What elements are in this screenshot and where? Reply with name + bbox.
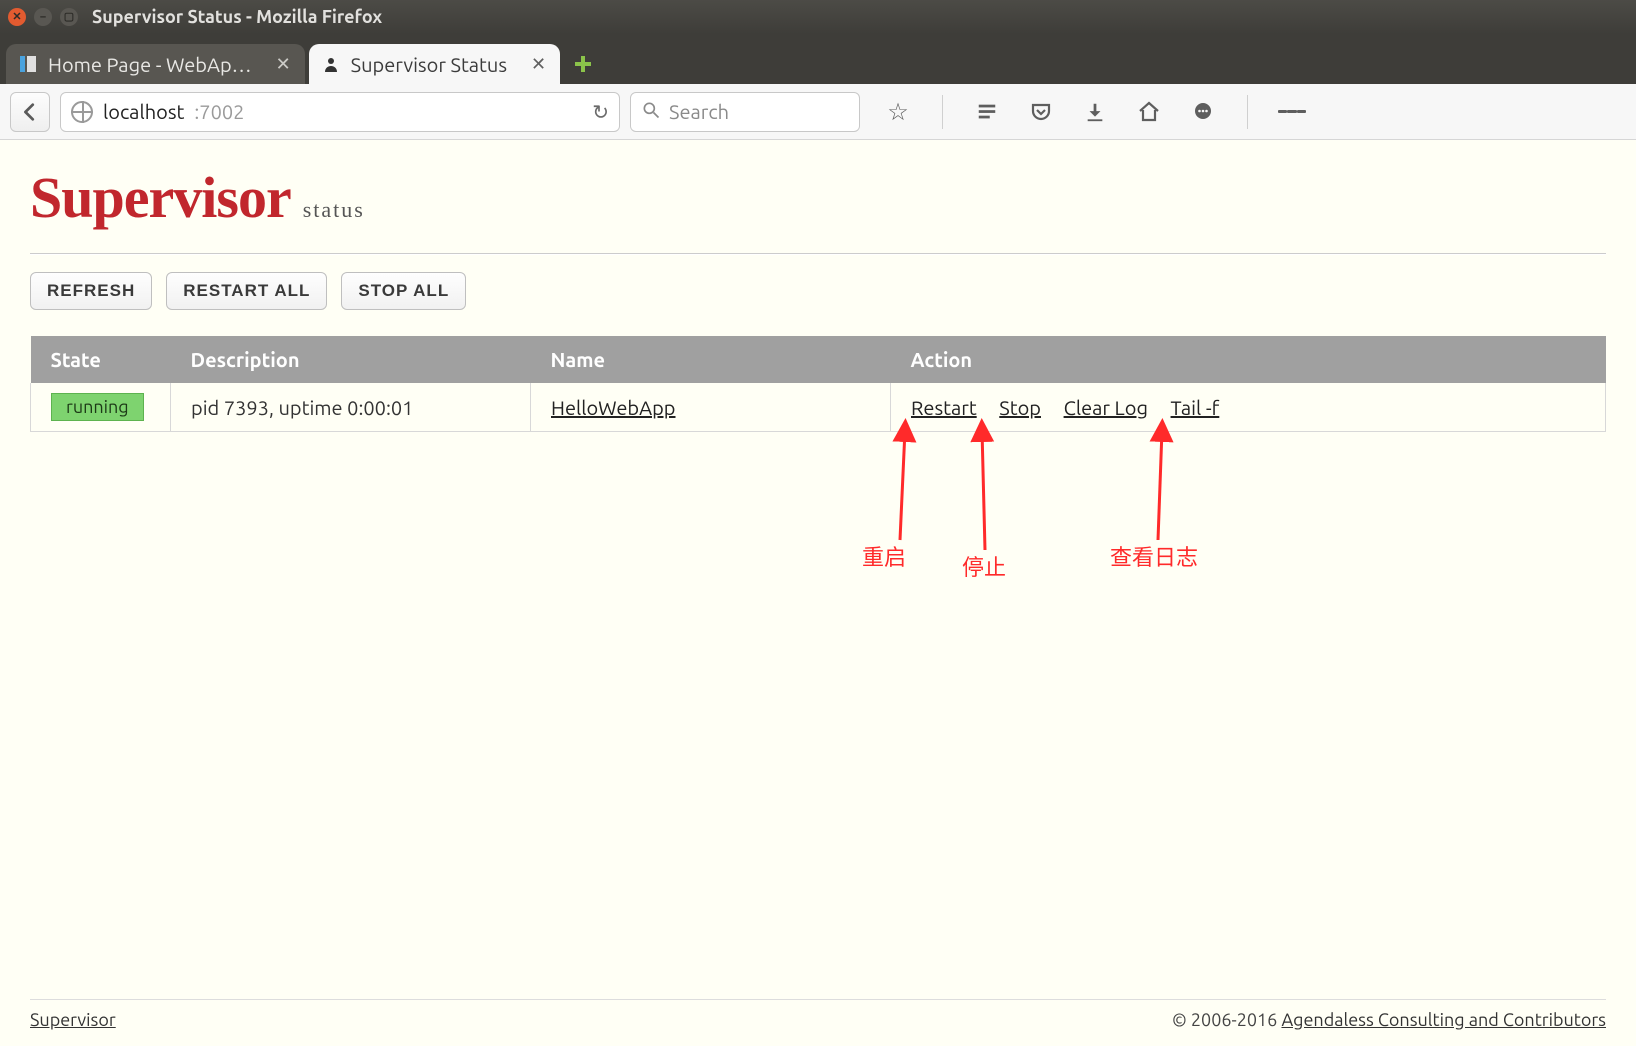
address-bar[interactable]: localhost :7002 ↻ [60, 92, 620, 132]
downloads-icon[interactable] [1081, 98, 1109, 126]
clearlog-link[interactable]: Clear Log [1064, 396, 1148, 419]
browser-tabstrip: Home Page - WebAp… ✕ Supervisor Status ✕ [0, 34, 1636, 84]
annot-stop: 停止 [962, 555, 1006, 580]
back-button[interactable] [10, 92, 50, 132]
tab-label: Home Page - WebAp… [48, 53, 252, 76]
annot-tailf: 查看日志 [1110, 545, 1198, 570]
window-minimize-button[interactable]: – [34, 8, 52, 26]
page-favicon-icon [18, 54, 38, 74]
window-titlebar: ✕ – ▢ Supervisor Status - Mozilla Firefo… [0, 0, 1636, 34]
browser-navbar: localhost :7002 ↻ Search ☆ [0, 84, 1636, 140]
bookmark-star-icon[interactable]: ☆ [884, 98, 912, 126]
page-footer: Supervisor © 2006-2016 Agendaless Consul… [30, 999, 1606, 1030]
stop-link[interactable]: Stop [999, 396, 1041, 419]
reader-icon[interactable] [973, 98, 1001, 126]
search-placeholder: Search [669, 100, 729, 123]
cell-actions: Restart Stop Clear Log Tail -f [891, 383, 1606, 432]
pocket-icon[interactable] [1027, 98, 1055, 126]
url-host: localhost [103, 100, 184, 123]
tab-active[interactable]: Supervisor Status ✕ [309, 44, 560, 84]
globe-icon [71, 101, 93, 123]
footer-agendaless-link[interactable]: Agendaless Consulting and Contributors [1281, 1010, 1606, 1030]
tailf-link[interactable]: Tail -f [1171, 396, 1220, 419]
stop-all-button[interactable]: STOP ALL [341, 272, 466, 310]
reload-icon[interactable]: ↻ [592, 100, 609, 124]
window-controls: ✕ – ▢ [8, 8, 78, 26]
menu-icon[interactable] [1278, 98, 1306, 126]
cell-state: running [31, 383, 171, 432]
page-content: Supervisor status REFRESH RESTART ALL ST… [0, 140, 1636, 1046]
table-row: running pid 7393, uptime 0:00:01 HelloWe… [31, 383, 1606, 432]
tab-label: Supervisor Status [351, 53, 507, 76]
new-tab-button[interactable] [570, 51, 596, 77]
tab-close-icon[interactable]: ✕ [276, 54, 291, 75]
process-name-link[interactable]: HelloWebApp [551, 396, 676, 419]
brand-subtitle: status [303, 197, 365, 223]
separator [942, 95, 943, 129]
refresh-button[interactable]: REFRESH [30, 272, 152, 310]
separator [1247, 95, 1248, 129]
col-name: Name [531, 336, 891, 383]
process-table: State Description Name Action running pi… [30, 336, 1606, 432]
col-description: Description [171, 336, 531, 383]
search-box[interactable]: Search [630, 92, 860, 132]
col-state: State [31, 336, 171, 383]
home-icon[interactable] [1135, 98, 1163, 126]
supervisor-favicon-icon [321, 54, 341, 74]
divider [30, 253, 1606, 254]
cell-description: pid 7393, uptime 0:00:01 [171, 383, 531, 432]
search-icon [641, 100, 661, 124]
tab-close-icon[interactable]: ✕ [531, 54, 546, 75]
chat-icon[interactable] [1189, 98, 1217, 126]
col-action: Action [891, 336, 1606, 383]
footer-copyright: © 2006-2016 Agendaless Consulting and Co… [1172, 1010, 1606, 1030]
toolbar-icons: ☆ [884, 95, 1306, 129]
footer-copyright-text: © 2006-2016 [1172, 1010, 1281, 1030]
action-buttons: REFRESH RESTART ALL STOP ALL [30, 272, 1606, 310]
brand-name: Supervisor [30, 164, 291, 231]
window-title: Supervisor Status - Mozilla Firefox [92, 7, 382, 27]
window-close-button[interactable]: ✕ [8, 8, 26, 26]
restart-all-button[interactable]: RESTART ALL [166, 272, 327, 310]
cell-name: HelloWebApp [531, 383, 891, 432]
tab-inactive[interactable]: Home Page - WebAp… ✕ [6, 44, 305, 84]
restart-link[interactable]: Restart [911, 396, 977, 419]
url-port: :7002 [194, 100, 244, 123]
annot-restart: 重启 [862, 545, 906, 570]
state-badge: running [51, 393, 144, 421]
footer-supervisor-link[interactable]: Supervisor [30, 1010, 116, 1030]
brand: Supervisor status [30, 164, 1606, 231]
window-maximize-button[interactable]: ▢ [60, 8, 78, 26]
